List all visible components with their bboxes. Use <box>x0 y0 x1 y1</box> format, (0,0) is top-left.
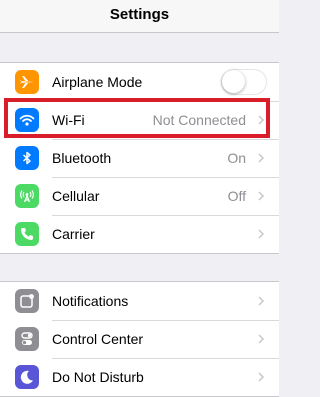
notifications-icon <box>15 289 39 313</box>
cellular-status-value: Off <box>227 188 246 204</box>
settings-row-wifi[interactable]: Wi-Fi Not Connected <box>0 101 279 139</box>
do-not-disturb-label: Do Not Disturb <box>52 369 144 385</box>
chevron-right-icon <box>258 191 265 201</box>
airplane-icon <box>15 70 39 94</box>
airplane-mode-label: Airplane Mode <box>52 74 143 90</box>
chevron-right-icon <box>258 229 265 239</box>
bluetooth-icon <box>15 146 39 170</box>
bluetooth-label: Bluetooth <box>52 150 112 166</box>
cellular-antenna-icon <box>15 184 39 208</box>
settings-row-carrier[interactable]: Carrier <box>0 215 279 253</box>
carrier-label: Carrier <box>52 226 95 242</box>
chevron-right-icon <box>258 334 265 344</box>
settings-group-notifications: Notifications Control Center Do Not Dist… <box>0 281 279 397</box>
toggle-knob <box>222 70 245 93</box>
bluetooth-status-value: On <box>227 150 246 166</box>
cellular-label: Cellular <box>52 188 100 204</box>
chevron-right-icon <box>258 296 265 306</box>
settings-group-connectivity: Airplane Mode Wi-Fi Not Connected Blueto… <box>0 62 279 254</box>
wifi-status-value: Not Connected <box>152 112 246 128</box>
nav-bar: Settings <box>0 0 279 33</box>
chevron-right-icon <box>258 153 265 163</box>
control-center-label: Control Center <box>52 331 144 347</box>
wifi-icon <box>15 108 39 132</box>
settings-row-cellular[interactable]: Cellular Off <box>0 177 279 215</box>
settings-row-airplane-mode[interactable]: Airplane Mode <box>0 63 279 101</box>
settings-row-notifications[interactable]: Notifications <box>0 282 279 320</box>
settings-row-bluetooth[interactable]: Bluetooth On <box>0 139 279 177</box>
settings-row-control-center[interactable]: Control Center <box>0 320 279 358</box>
airplane-mode-toggle[interactable] <box>221 69 267 95</box>
control-center-icon <box>15 327 39 351</box>
page-title: Settings <box>109 6 170 23</box>
phone-icon <box>15 222 39 246</box>
notifications-label: Notifications <box>52 293 129 309</box>
chevron-right-icon <box>258 115 265 125</box>
chevron-right-icon <box>258 372 265 382</box>
moon-icon <box>15 365 39 389</box>
wifi-label: Wi-Fi <box>52 112 85 128</box>
settings-row-do-not-disturb[interactable]: Do Not Disturb <box>0 358 279 396</box>
